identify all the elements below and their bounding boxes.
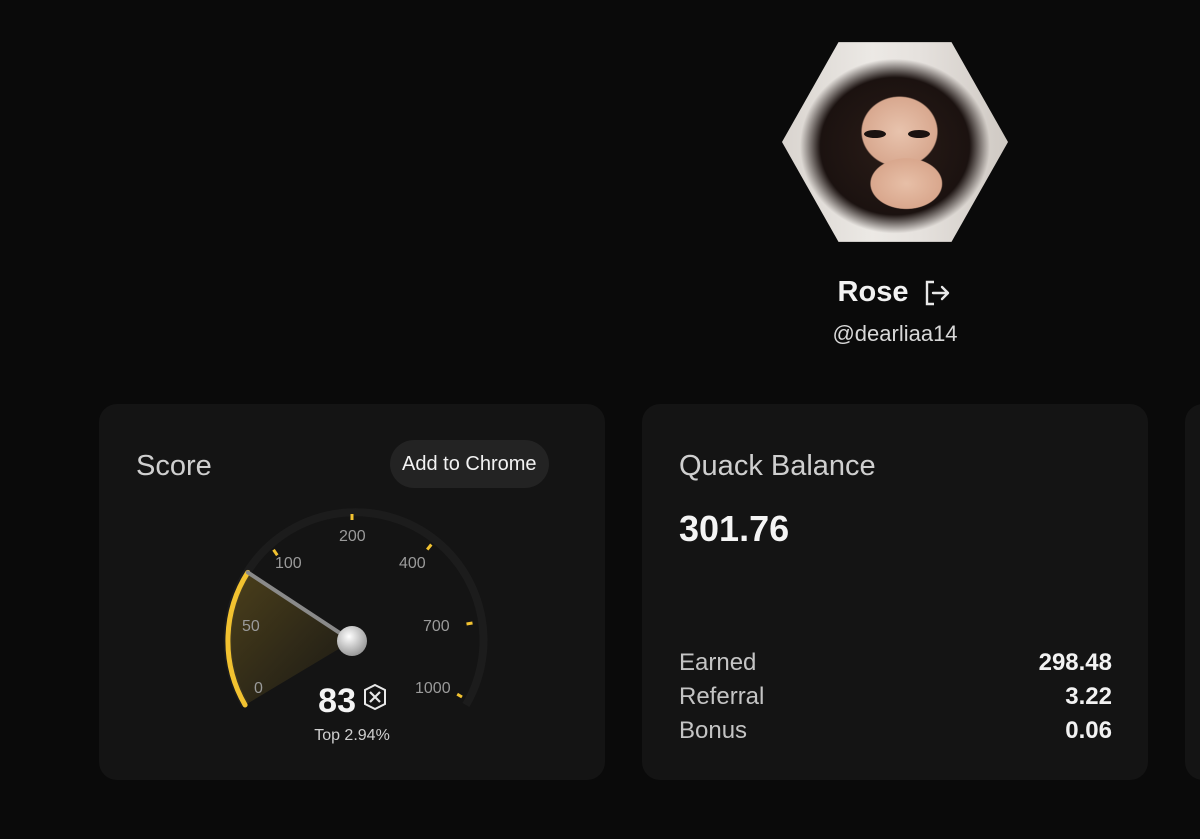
balance-row-earned: Earned 298.48 [679, 646, 1112, 680]
score-card: Score Add to Chrome 0 50 100 200 400 700… [99, 404, 605, 780]
logout-icon[interactable] [922, 278, 952, 308]
scale-label: 700 [423, 618, 450, 635]
scale-label: 1000 [415, 680, 451, 697]
balance-row-label: Bonus [679, 717, 748, 744]
xs-badge-icon [364, 683, 386, 711]
profile-name: Rose [837, 276, 909, 308]
score-title: Score [136, 450, 212, 482]
scale-label: 200 [339, 528, 366, 545]
balance-row-value: 3.22 [1065, 683, 1112, 710]
scale-label: 100 [275, 555, 302, 572]
scale-label: 50 [242, 618, 260, 635]
gauge-knob [337, 626, 367, 656]
avatar-eye [864, 130, 886, 138]
score-value: 83 [318, 682, 356, 720]
gauge-tick [466, 621, 473, 626]
balance-row-label: Referral [679, 683, 765, 710]
avatar[interactable] [782, 42, 1008, 242]
score-gauge: 0 50 100 200 400 700 1000 83 Top 2.94% [223, 508, 488, 744]
profile-section: Rose @dearliaa14 [770, 38, 1020, 347]
profile-handle: @dearliaa14 [832, 321, 958, 346]
balance-breakdown: Earned 298.48 Referral 3.22 Bonus 0.06 [679, 646, 1112, 748]
balance-title: Quack Balance [679, 450, 876, 482]
balance-row-referral: Referral 3.22 [679, 680, 1112, 714]
scale-label: 400 [399, 555, 426, 572]
balance-row-value: 0.06 [1065, 717, 1112, 744]
name-row: Rose [770, 276, 1020, 309]
balance-row-value: 298.48 [1038, 649, 1112, 676]
avatar-eye [908, 130, 930, 138]
next-card [1185, 404, 1200, 780]
score-rank: Top 2.94% [314, 727, 390, 744]
gauge-tick [426, 543, 433, 551]
balance-value: 301.76 [679, 508, 790, 549]
scale-label: 0 [254, 680, 263, 697]
balance-row-bonus: Bonus 0.06 [679, 714, 1112, 748]
balance-row-label: Earned [679, 649, 757, 676]
gauge-tick [456, 692, 463, 699]
add-to-chrome-button[interactable]: Add to Chrome [390, 440, 549, 488]
quack-balance-card: Quack Balance 301.76 Earned 298.48 Refer… [642, 404, 1148, 780]
